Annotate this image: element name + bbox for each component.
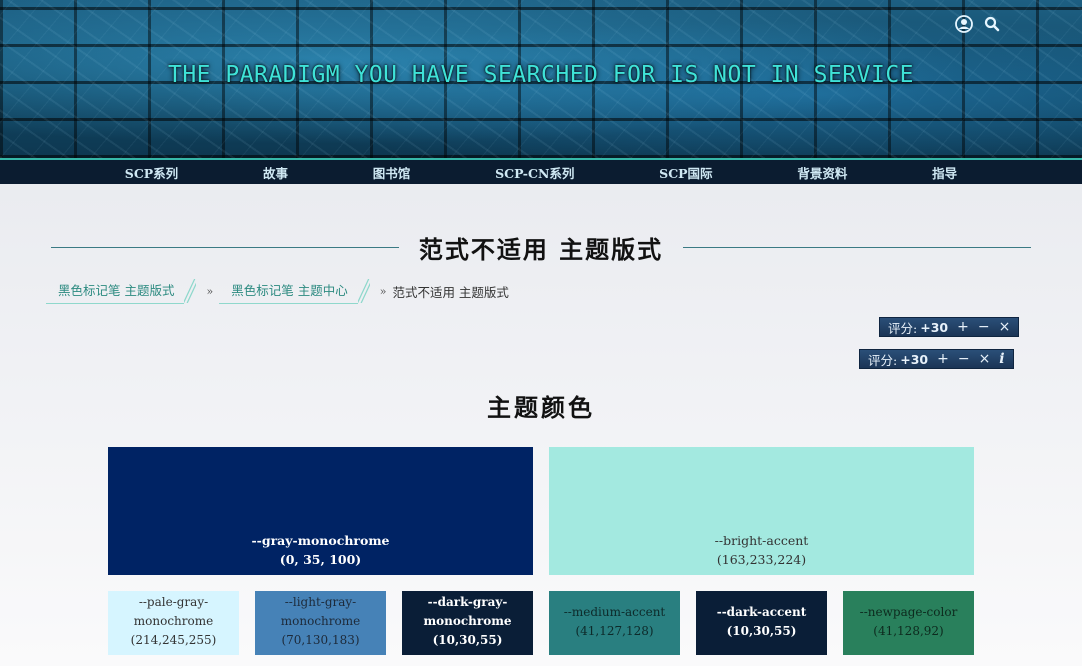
breadcrumb-separator: » <box>206 284 214 298</box>
breadcrumb: 黑色标记笔 主题版式 » 黑色标记笔 主题中心 » 范式不适用 主题版式 <box>46 278 509 304</box>
top-nav: SCP系列 故事 图书馆 SCP-CN系列 SCP国际 背景资料 指导 <box>0 158 1082 184</box>
site-title[interactable]: THE PARADIGM YOU HAVE SEARCHED FOR IS NO… <box>0 62 1082 88</box>
breadcrumb-link-theme[interactable]: 黑色标记笔 主题版式 <box>46 278 185 304</box>
page-title-row: 范式不适用 主题版式 <box>51 230 1032 264</box>
rating-info-button[interactable]: i <box>999 352 1004 366</box>
color-swatch-pale-gray-monochrome: --pale-gray-monochrome (214,245,255) <box>108 591 239 655</box>
swatch-value: (0, 35, 100) <box>279 552 362 567</box>
rating-label: 评分: <box>888 320 918 336</box>
swatch-value: (41,127,128) <box>575 623 654 638</box>
swatch-value: (10,30,55) <box>726 623 797 638</box>
swatch-name: --bright-accent <box>714 533 809 548</box>
swatch-value: (214,245,255) <box>130 633 217 647</box>
color-swatch-dark-gray-monochrome: --dark-gray-monochrome (10,30,55) <box>402 591 533 655</box>
rating-score: +30 <box>920 319 949 335</box>
swatch-name: --gray-monochrome <box>251 533 390 548</box>
color-swatch-medium-accent: --medium-accent (41,127,128) <box>549 591 680 655</box>
swatch-value: (10,30,55) <box>432 633 503 647</box>
swatch-name: --dark-gray-monochrome <box>423 595 512 628</box>
breadcrumb-link-theme-hub[interactable]: 黑色标记笔 主题中心 <box>219 278 358 304</box>
nav-item-tales[interactable]: 故事 <box>263 163 288 182</box>
breadcrumb-divider-icon <box>357 279 370 303</box>
color-swatch-light-gray-monochrome: --light-gray-monochrome (70,130,183) <box>255 591 386 655</box>
section-heading-theme-colors: 主题颜色 <box>487 393 595 422</box>
search-icon[interactable] <box>982 14 1002 34</box>
rate-cancel-button[interactable]: × <box>999 320 1011 334</box>
rating-widget-extended: 评分: +30 + − × i <box>859 349 1014 369</box>
swatch-name: --newpage-color <box>859 604 958 619</box>
site-header-banner: THE PARADIGM YOU HAVE SEARCHED FOR IS NO… <box>0 0 1082 158</box>
rate-cancel-button[interactable]: × <box>979 352 991 366</box>
title-divider-right <box>683 246 1032 248</box>
page-title: 范式不适用 主题版式 <box>418 234 664 264</box>
rating-score: +30 <box>900 351 929 367</box>
swatch-name: --medium-accent <box>563 604 666 619</box>
rate-down-button[interactable]: − <box>978 320 990 334</box>
swatch-value: (163,233,224) <box>716 552 807 567</box>
nav-item-scp-international[interactable]: SCP国际 <box>659 163 712 182</box>
breadcrumb-separator: » <box>379 284 387 298</box>
color-swatch-gray-monochrome: --gray-monochrome (0, 35, 100) <box>108 447 533 575</box>
rating-widget: 评分: +30 + − × <box>879 317 1020 337</box>
color-swatch-newpage-color: --newpage-color (41,128,92) <box>843 591 974 655</box>
color-swatch-dark-accent: --dark-accent (10,30,55) <box>696 591 827 655</box>
nav-item-guide[interactable]: 指导 <box>932 163 957 182</box>
swatch-name: --pale-gray-monochrome <box>133 595 214 628</box>
color-swatch-bright-accent: --bright-accent (163,233,224) <box>549 447 974 575</box>
nav-item-library[interactable]: 图书馆 <box>373 163 411 182</box>
breadcrumb-divider-icon <box>184 279 197 303</box>
swatch-name: --dark-accent <box>716 604 807 619</box>
title-divider-left <box>51 246 399 248</box>
swatch-name: --light-gray-monochrome <box>280 595 361 628</box>
nav-item-scp-series[interactable]: SCP系列 <box>125 163 178 182</box>
header-icons <box>954 14 1002 34</box>
rating-label: 评分: <box>868 352 898 368</box>
swatch-value: (70,130,183) <box>281 633 360 647</box>
breadcrumb-current: 范式不适用 主题版式 <box>392 284 509 300</box>
rate-down-button[interactable]: − <box>958 352 970 366</box>
nav-item-scp-cn-series[interactable]: SCP-CN系列 <box>495 163 574 182</box>
user-account-icon[interactable] <box>954 14 974 34</box>
swatch-value: (41,128,92) <box>873 623 944 638</box>
rate-up-button[interactable]: + <box>957 320 969 334</box>
nav-item-background[interactable]: 背景资料 <box>797 163 847 182</box>
rate-up-button[interactable]: + <box>937 352 949 366</box>
